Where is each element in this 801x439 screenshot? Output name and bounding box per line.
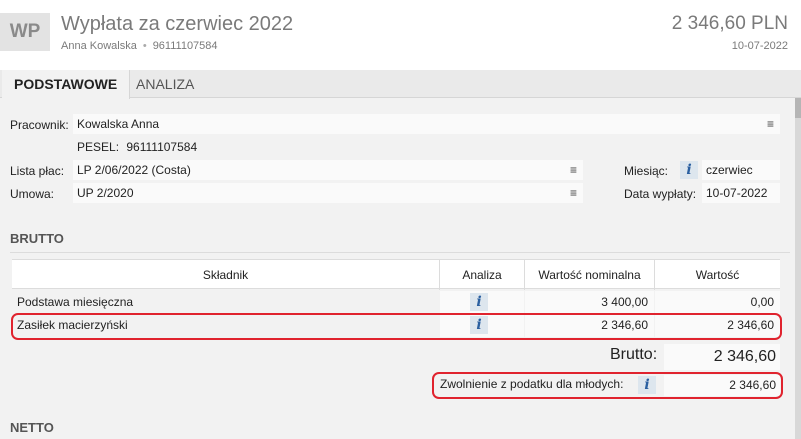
column-header-skladnik[interactable]: Składnik [12,260,439,290]
employee-pesel: 96111107584 [152,40,218,52]
column-header-wartosc[interactable]: Wartość [654,260,780,290]
scrollbar-thumb[interactable] [795,98,801,118]
pracownik-value: Kowalska Anna [77,117,160,131]
employee-name: Anna Kowalska [61,40,137,52]
column-header-analiza[interactable]: Analiza [439,260,524,290]
pesel-row: PESEL: 96111107584 [73,137,780,157]
brutto-section-title: BRUTTO [10,231,64,246]
row-skladnik: Podstawa miesięczna [17,295,134,309]
pracownik-label: Pracownik: [10,118,69,132]
column-header-wartosc-nominalna[interactable]: Wartość nominalna [524,260,654,290]
umowa-value: UP 2/2020 [77,186,134,200]
info-icon[interactable]: i [470,293,488,311]
zwolnienie-highlight-outline [432,372,783,399]
row-analiza-cell: i [440,291,524,314]
lista-plac-menu-icon[interactable]: ≡ [570,160,577,180]
document-header: WP Wypłata za czerwiec 2022 Anna Kowalsk… [0,0,801,70]
umowa-menu-icon[interactable]: ≡ [570,183,577,203]
data-wyplaty-label: Data wypłaty: [624,187,697,201]
table-header: Składnik Analiza Wartość nominalna Warto… [12,259,780,290]
vertical-scrollbar[interactable] [795,98,801,439]
brutto-total-label: Brutto: [610,346,658,363]
pracownik-menu-icon[interactable]: ≡ [767,114,774,134]
data-wyplaty-value: 10-07-2022 [706,186,768,200]
lista-plac-field[interactable]: LP 2/06/2022 (Costa) ≡ [73,160,583,180]
header-amount: 2 346,60 PLN [671,13,788,34]
miesiac-field[interactable]: czerwiec 2022 [702,160,780,197]
row-wartosc-nominalna: 3 400,00 [525,291,654,314]
miesiac-label: Miesiąc: [624,164,669,178]
separator-dot: • [142,40,147,52]
umowa-field[interactable]: UP 2/2020 ≡ [73,183,583,203]
data-wyplaty-field[interactable]: 10-07-2022 [702,183,780,203]
header-date: 10-07-2022 [731,40,788,52]
section-divider [10,252,790,253]
tab-analiza[interactable]: ANALIZA [124,70,206,98]
tab-bar: PODSTAWOWE ANALIZA [0,70,801,99]
netto-section-title: NETTO [10,420,54,435]
lista-plac-label: Lista płac: [10,164,65,178]
page-title: Wypłata za czerwiec 2022 [61,13,294,35]
tab-podstawowe[interactable]: PODSTAWOWE [2,70,131,99]
umowa-label: Umowa: [10,187,55,201]
document-subtitle: Anna Kowalska • 96111107584 [61,40,218,52]
miesiac-info-icon[interactable]: i [680,161,698,179]
avatar: WP [0,13,50,51]
table-row[interactable]: Podstawa miesięczna i 3 400,00 0,00 [12,291,780,314]
pracownik-field[interactable]: Kowalska Anna ≡ [73,114,780,134]
lista-plac-value: LP 2/06/2022 (Costa) [77,163,191,177]
pesel-value: 96111107584 [126,140,198,154]
row-highlight-outline [11,313,782,340]
brutto-total-value: 2 346,60 [664,344,780,370]
pesel-label: PESEL: [77,140,120,154]
row-wartosc: 0,00 [655,291,780,314]
